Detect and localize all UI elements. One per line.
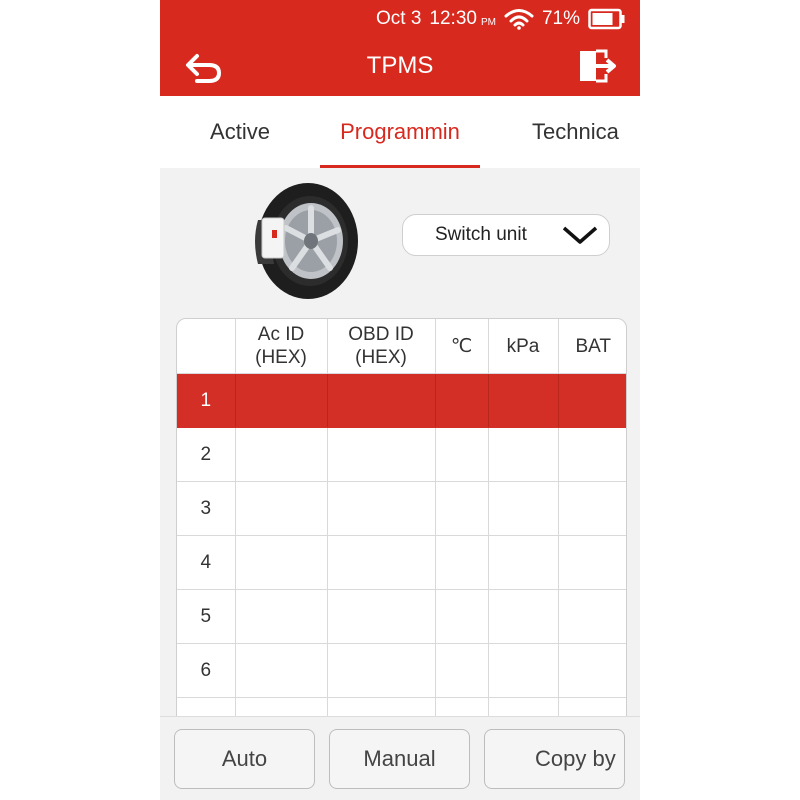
row-index: 3 [177, 481, 236, 536]
table-row[interactable]: 3 [177, 481, 626, 536]
row-index: 5 [177, 589, 236, 644]
table-row[interactable]: 4 [177, 535, 626, 590]
status-date: Oct 3 [376, 8, 422, 29]
switch-unit-dropdown[interactable]: Switch unit [402, 214, 610, 256]
ac-id-header-label: Ac ID (HEX) [255, 324, 307, 368]
exit-button[interactable] [574, 46, 622, 86]
cell-ac-id [235, 589, 328, 644]
cell-obd-id [327, 643, 436, 698]
table-header-row: Ac ID (HEX) OBD ID (HEX) ℃ kPa BAT [177, 319, 626, 374]
main-content: Switch unit Ac ID (HEX) OBD ID (HEX) ℃ k… [160, 168, 640, 718]
cell-battery [558, 373, 626, 428]
cell-obd-id [327, 697, 436, 717]
manual-button[interactable]: Manual [329, 729, 470, 789]
tab-programming[interactable]: Programmin [320, 96, 480, 168]
table-row[interactable]: 6 [177, 643, 626, 698]
chevron-down-icon [562, 226, 598, 244]
cell-obd-id [327, 373, 436, 428]
status-bar: Oct 3 12:30 PM 71% [376, 6, 626, 32]
table-row[interactable]: 1 [177, 373, 626, 428]
cell-battery [558, 589, 626, 644]
cell-temperature [435, 373, 489, 428]
cell-pressure [488, 535, 559, 590]
sensor-table: Ac ID (HEX) OBD ID (HEX) ℃ kPa BAT 1 2 3… [176, 318, 627, 718]
cell-temperature [435, 697, 489, 717]
app-screen: Oct 3 12:30 PM 71% TPMS Active Programmi… [160, 0, 640, 800]
cell-obd-id [327, 535, 436, 590]
switch-unit-label: Switch unit [435, 224, 527, 245]
cell-obd-id [327, 481, 436, 536]
cell-ac-id [235, 697, 328, 717]
column-header-battery: BAT [558, 319, 626, 374]
wifi-icon [504, 9, 534, 30]
cell-temperature [435, 643, 489, 698]
tab-active[interactable]: Active [160, 96, 320, 168]
cell-pressure [488, 427, 559, 482]
cell-ac-id [235, 643, 328, 698]
row-index: 4 [177, 535, 236, 590]
app-header: Oct 3 12:30 PM 71% TPMS [160, 0, 640, 96]
table-row[interactable]: 5 [177, 589, 626, 644]
battery-percent: 71% [541, 8, 580, 29]
obd-id-header-label: OBD ID (HEX) [348, 324, 414, 368]
cell-battery [558, 535, 626, 590]
cell-temperature [435, 427, 489, 482]
column-header-index [177, 319, 236, 374]
column-header-temperature: ℃ [435, 319, 489, 374]
table-row[interactable]: 2 [177, 427, 626, 482]
copy-by-button[interactable]: Copy by [484, 729, 625, 789]
cell-pressure [488, 373, 559, 428]
page-title: TPMS [366, 52, 434, 79]
column-header-ac-id: Ac ID (HEX) [235, 319, 328, 374]
status-ampm: PM [480, 16, 496, 28]
cell-battery [558, 643, 626, 698]
cell-temperature [435, 481, 489, 536]
cell-obd-id [327, 427, 436, 482]
table-row[interactable] [177, 697, 626, 717]
exit-icon [580, 49, 616, 83]
column-header-obd-id: OBD ID (HEX) [327, 319, 436, 374]
cell-battery [558, 697, 626, 717]
cell-pressure [488, 481, 559, 536]
row-index: 6 [177, 643, 236, 698]
status-time: 12:30 [429, 8, 477, 29]
cell-ac-id [235, 427, 328, 482]
tab-bar: Active Programmin Technica [160, 96, 640, 168]
cell-temperature [435, 535, 489, 590]
column-header-pressure: kPa [488, 319, 559, 374]
row-index: 1 [177, 373, 236, 428]
cell-ac-id [235, 535, 328, 590]
cell-pressure [488, 589, 559, 644]
cell-pressure [488, 697, 559, 717]
cell-temperature [435, 589, 489, 644]
tire-icon [255, 183, 358, 299]
cell-pressure [488, 643, 559, 698]
tab-technical[interactable]: Technica [480, 96, 640, 168]
cell-battery [558, 481, 626, 536]
bottom-action-bar: Auto Manual Copy by [160, 716, 640, 800]
auto-button[interactable]: Auto [174, 729, 315, 789]
battery-icon [588, 8, 625, 30]
cell-battery [558, 427, 626, 482]
row-index: 2 [177, 427, 236, 482]
cell-ac-id [235, 373, 328, 428]
cell-obd-id [327, 589, 436, 644]
row-index [177, 697, 236, 717]
cell-ac-id [235, 481, 328, 536]
